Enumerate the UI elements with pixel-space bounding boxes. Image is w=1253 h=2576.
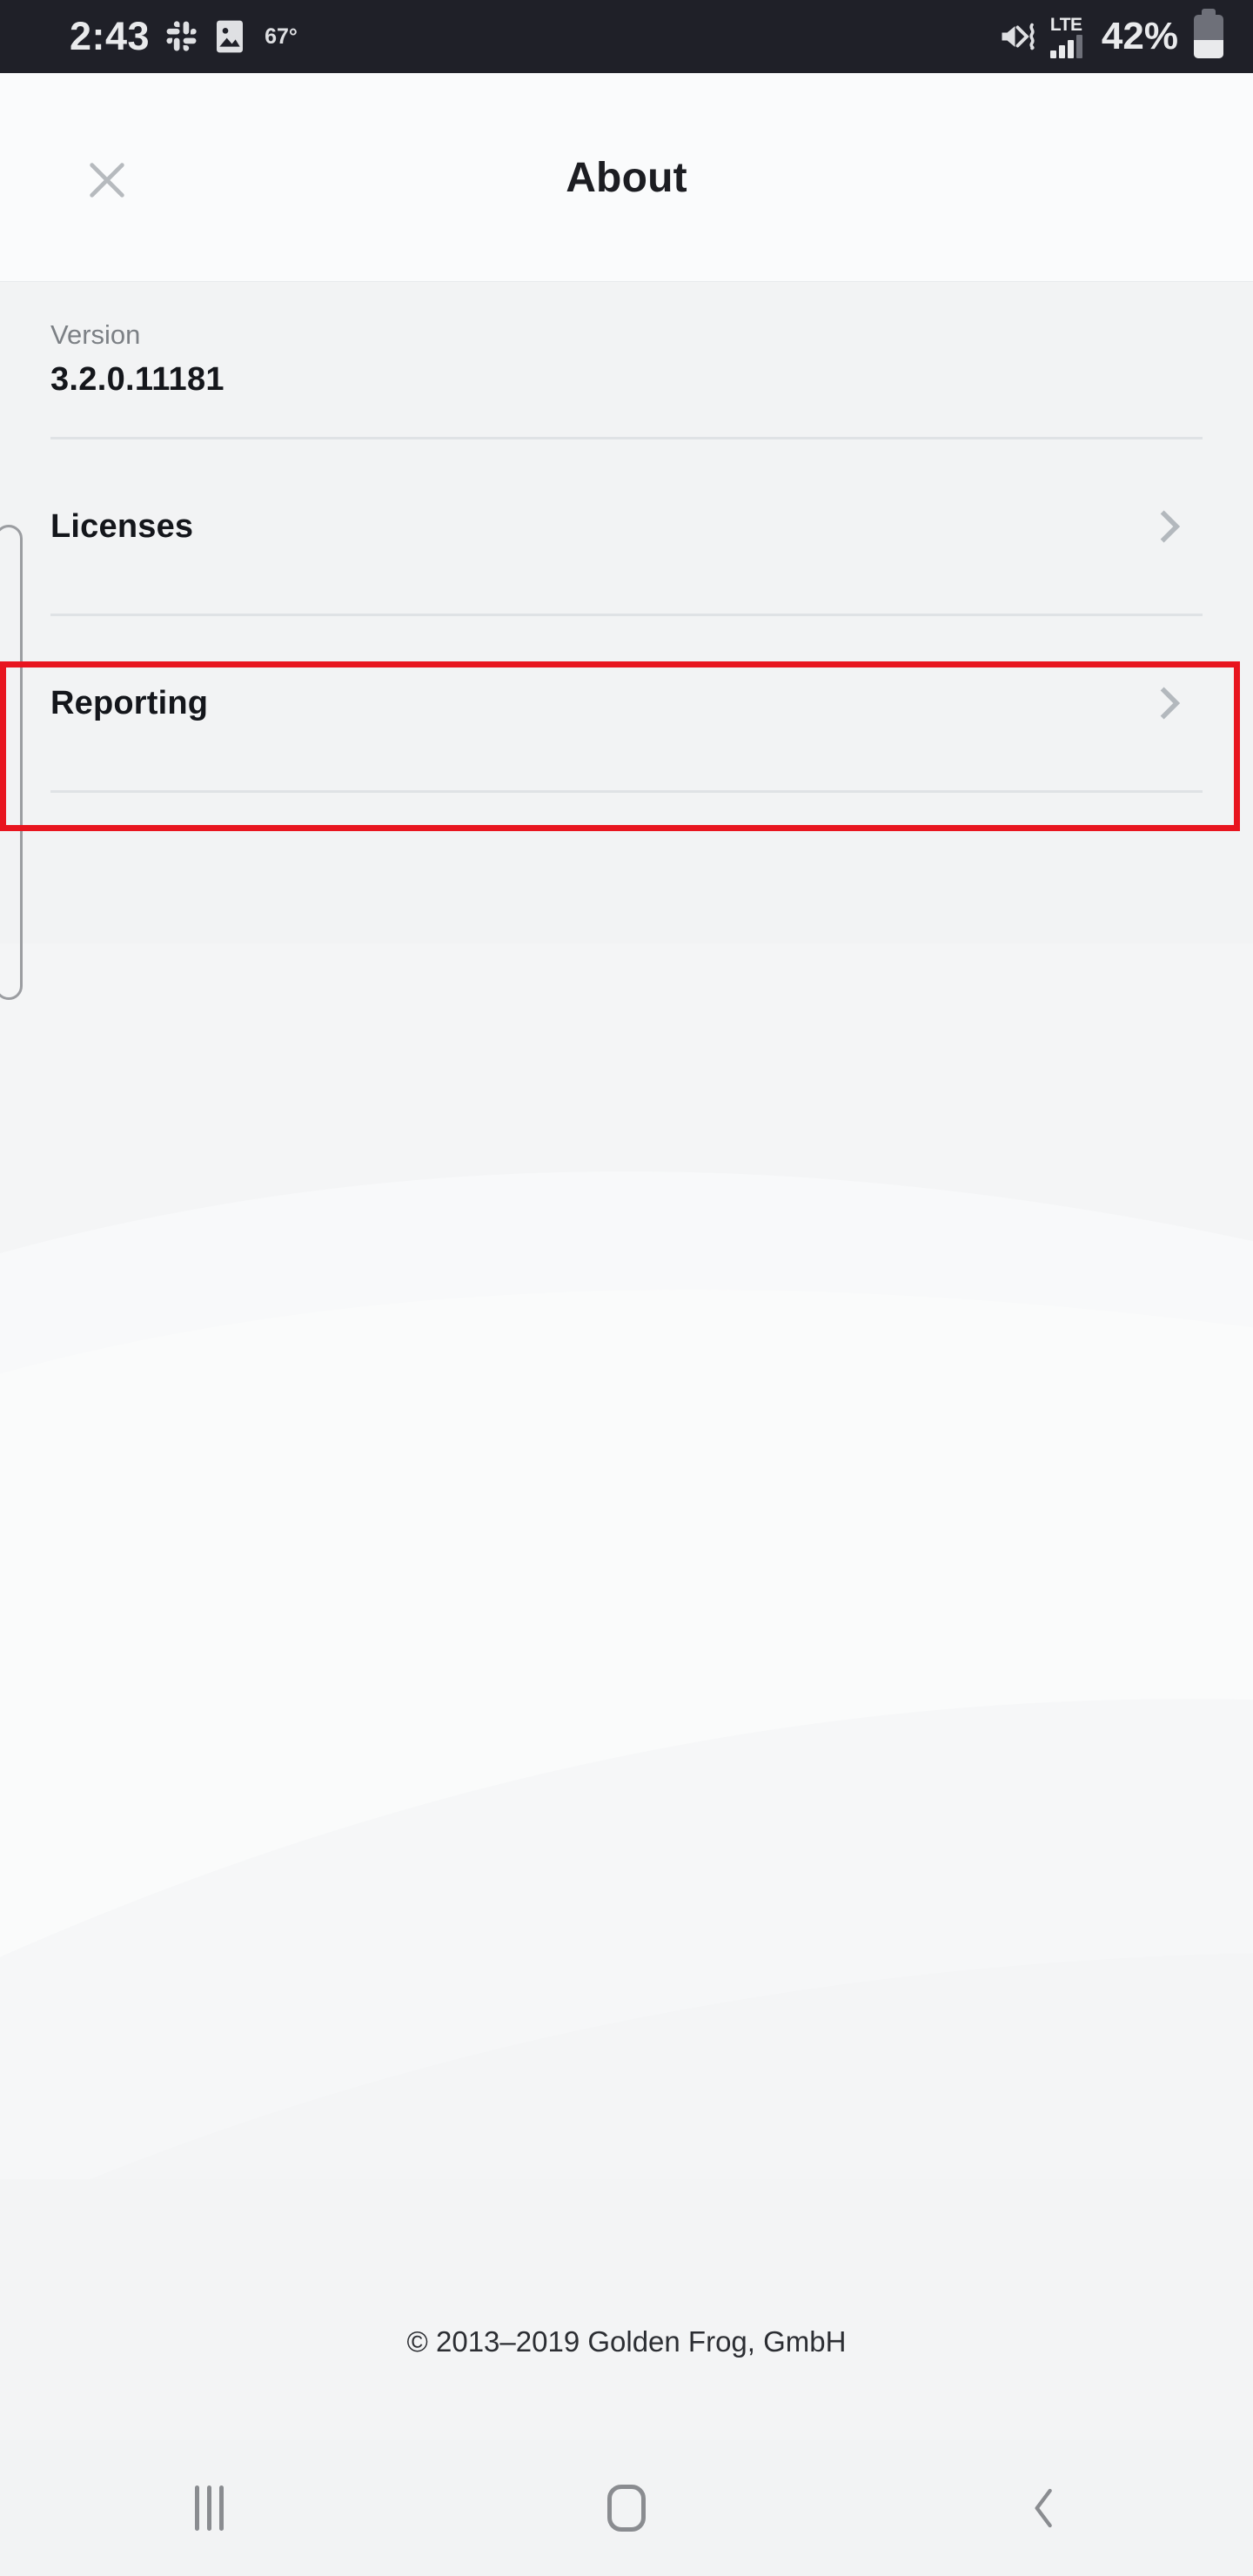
recents-bar-1 <box>194 2485 199 2531</box>
signal-bar-2 <box>1058 44 1065 58</box>
nav-recents-button[interactable] <box>0 2440 418 2576</box>
version-value: 3.2.0.11181 <box>50 361 224 399</box>
app-header: About <box>0 73 1253 282</box>
chevron-right-icon <box>1160 687 1181 720</box>
signal-bar-4 <box>1075 34 1082 58</box>
battery-icon <box>1194 9 1223 58</box>
list-item-reporting[interactable]: Reporting <box>0 616 1253 790</box>
mute-vibrate-icon <box>998 21 1040 52</box>
reporting-label: Reporting <box>50 684 209 721</box>
about-list: Version 3.2.0.11181 Licenses Reporting <box>0 282 1253 794</box>
signal-bar-1 <box>1049 50 1056 58</box>
battery-percent-label: 42% <box>1101 15 1178 57</box>
page-title: About <box>566 154 687 201</box>
status-clock: 2:43 <box>70 14 151 58</box>
status-bar-left: 2:43 67° <box>70 14 998 59</box>
signal-bar-group <box>1049 34 1082 58</box>
recents-bar-2 <box>206 2485 211 2531</box>
slack-icon <box>165 20 198 53</box>
photo-icon <box>214 19 245 54</box>
divider-after-reporting <box>50 790 1203 794</box>
version-label: Version <box>50 319 141 350</box>
recents-bar-3 <box>218 2485 224 2531</box>
signal-bars-icon: LTE <box>1049 14 1082 58</box>
chevron-right-icon <box>1160 510 1181 543</box>
licenses-label: Licenses <box>50 507 194 545</box>
signal-bar-3 <box>1067 39 1074 58</box>
recents-icon <box>194 2485 224 2531</box>
status-bar: 2:43 67° LTE 42% <box>0 0 1253 73</box>
battery-fill <box>1194 40 1223 58</box>
home-icon <box>607 2485 646 2532</box>
network-type-label: LTE <box>1049 14 1082 35</box>
nav-home-button[interactable] <box>418 2440 835 2576</box>
version-block: Version 3.2.0.11181 <box>0 282 1253 399</box>
copyright-text: © 2013–2019 Golden Frog, GmbH <box>406 2325 847 2358</box>
content-area: Version 3.2.0.11181 Licenses Reporting ©… <box>0 282 1253 2440</box>
back-chevron-icon <box>1035 2488 1052 2528</box>
nav-back-button[interactable] <box>835 2440 1253 2576</box>
status-temperature: 67° <box>265 23 298 49</box>
status-bar-right: LTE 42% <box>998 9 1223 58</box>
system-nav-bar <box>0 2440 1253 2576</box>
list-item-licenses[interactable]: Licenses <box>0 439 1253 614</box>
